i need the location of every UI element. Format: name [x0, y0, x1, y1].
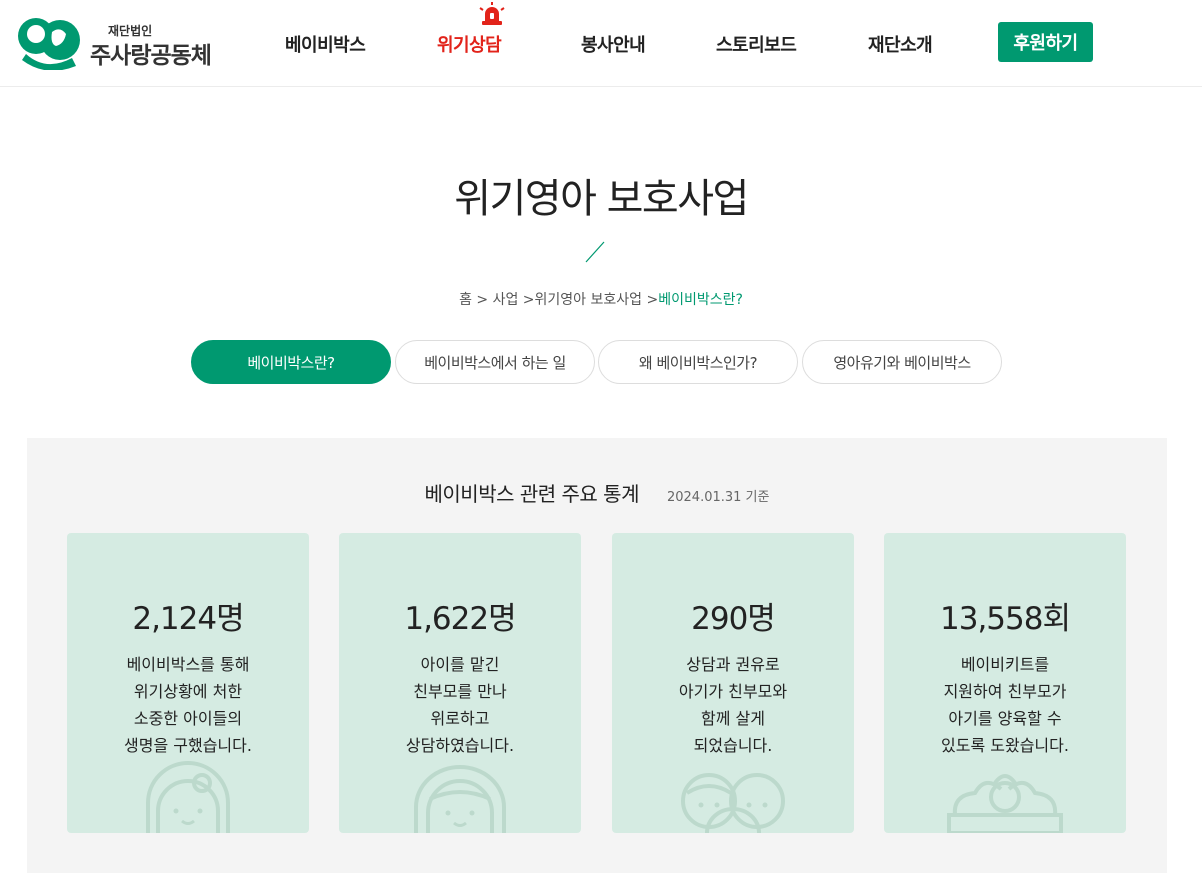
tab-babybox-work[interactable]: 베이비박스에서 하는 일	[395, 340, 595, 384]
stat-line: 소중한 아이들의	[133, 709, 243, 728]
stat-line: 아이를 맡긴	[420, 655, 500, 674]
baby-kit-icon	[947, 774, 1063, 833]
stat-line: 아기가 친부모와	[678, 682, 788, 701]
breadcrumb-path: 홈 > 사업 >위기영아 보호사업 >	[459, 292, 659, 308]
nav-volunteer[interactable]: 봉사안내	[581, 31, 646, 57]
stats-section: 베이비박스 관련 주요 통계 2024.01.31 기준 2,124명 베이비박스…	[27, 438, 1167, 873]
tab-what-is-babybox[interactable]: 베이비박스란?	[191, 340, 391, 384]
stat-value: 2,124명	[132, 601, 244, 637]
mother-icon	[414, 765, 506, 833]
siren-icon	[479, 2, 505, 25]
stat-line: 베이비박스를 통해	[126, 655, 250, 674]
stats-date: 2024.01.31 기준	[666, 490, 770, 505]
stat-line: 함께 살게	[701, 709, 765, 728]
stat-description: 베이비박스를 통해 위기상황에 처한 소중한 아이들의 생명을 구했습니다.	[67, 651, 309, 759]
stat-value: 13,558회	[940, 601, 1071, 637]
stat-description: 베이비키트를 지원하여 친부모가 아기를 양육할 수 있도록 도왔습니다.	[884, 651, 1126, 759]
donate-button[interactable]: 후원하기	[998, 22, 1093, 62]
nav-babybox[interactable]: 베이비박스	[285, 31, 366, 57]
tab-abandonment-and-babybox[interactable]: 영아유기와 베이비박스	[802, 340, 1002, 384]
stat-value: 1,622명	[404, 601, 516, 637]
stat-value: 290명	[691, 601, 776, 637]
stat-card-lives-saved: 2,124명 베이비박스를 통해 위기상황에 처한 소중한 아이들의 생명을 구…	[67, 533, 309, 833]
stat-description: 아이를 맡긴 친부모를 만나 위로하고 상담하였습니다.	[339, 651, 581, 759]
stat-description: 상담과 권유로 아기가 친부모와 함께 살게 되었습니다.	[612, 651, 854, 759]
stat-line: 지원하여 친부모가	[943, 682, 1067, 701]
stats-title: 베이비박스 관련 주요 통계	[424, 482, 640, 506]
stat-line: 친부모를 만나	[413, 682, 507, 701]
stats-heading: 베이비박스 관련 주요 통계 2024.01.31 기준	[27, 478, 1167, 507]
stat-line: 아기를 양육할 수	[948, 709, 1062, 728]
stat-line: 위로하고	[430, 709, 490, 728]
stat-card-baby-kits: 13,558회 베이비키트를 지원하여 친부모가 아기를 양육할 수 있도록 도…	[884, 533, 1126, 833]
nav-foundation[interactable]: 재단소개	[868, 31, 933, 57]
sub-tabs: 베이비박스란? 베이비박스에서 하는 일 왜 베이비박스인가? 영아유기와 베이…	[0, 340, 1202, 384]
title-slash-decoration	[585, 241, 605, 263]
stat-card-reunited-families: 290명 상담과 권유로 아기가 친부모와 함께 살게 되었습니다.	[612, 533, 854, 833]
main-nav: 베이비박스 위기상담 봉사안내 스토리보드 재단소개 후원하기	[0, 0, 1202, 87]
stat-card-parents-counseled: 1,622명 아이를 맡긴 친부모를 만나 위로하고 상담하였습니다.	[339, 533, 581, 833]
baby-icon	[146, 761, 230, 833]
stat-line: 상담과 권유로	[686, 655, 780, 674]
page-title: 위기영아 보호사업	[454, 176, 749, 222]
tab-why-babybox[interactable]: 왜 베이비박스인가?	[598, 340, 798, 384]
nav-storyboard[interactable]: 스토리보드	[716, 31, 797, 57]
site-header: 재단법인 주사랑공동체 베이비박스 위기상담 봉사안내 스토리보드 재단소개 후…	[0, 0, 1202, 87]
breadcrumb: 홈 > 사업 >위기영아 보호사업 >베이비박스란?	[0, 289, 1202, 309]
breadcrumb-current[interactable]: 베이비박스란?	[658, 292, 743, 308]
nav-crisis-counseling[interactable]: 위기상담	[437, 31, 502, 57]
stat-line: 베이비키트를	[960, 655, 1050, 674]
stat-line: 위기상황에 처한	[133, 682, 243, 701]
family-icon	[681, 773, 785, 833]
